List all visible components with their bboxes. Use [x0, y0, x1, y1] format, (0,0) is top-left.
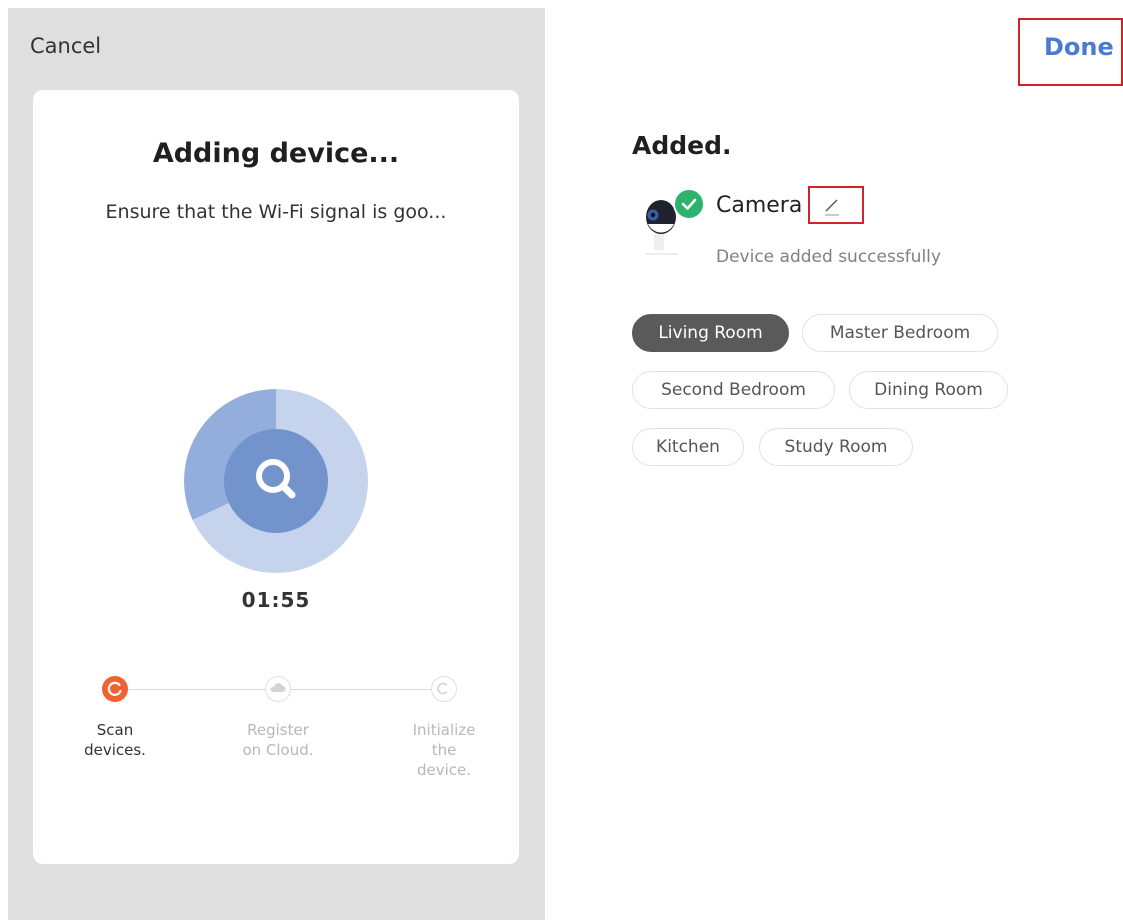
room-chip-dining-room[interactable]: Dining Room — [849, 371, 1008, 409]
step-register-label: Register on Cloud. — [242, 721, 314, 759]
pencil-icon — [820, 194, 844, 222]
page-title: Adding device... — [152, 138, 400, 169]
room-chip-study-room[interactable]: Study Room — [759, 428, 913, 466]
adding-device-screen: Cancel Adding device... Ensure that the … — [8, 8, 545, 920]
wifi-hint: Ensure that the Wi-Fi signal is goo... — [105, 201, 447, 223]
camera-icon — [640, 186, 706, 258]
added-title: Added. — [632, 131, 732, 160]
step-connector — [127, 689, 265, 690]
device-name: Camera — [716, 193, 803, 218]
step-initialize-label: Initialize the device. — [412, 721, 476, 779]
cloud-icon — [265, 676, 291, 702]
room-chip-living-room[interactable]: Living Room — [632, 314, 789, 352]
room-chip-master-bedroom[interactable]: Master Bedroom — [802, 314, 998, 352]
room-chip-second-bedroom[interactable]: Second Bedroom — [632, 371, 835, 409]
room-chip-kitchen[interactable]: Kitchen — [632, 428, 744, 466]
cancel-button[interactable]: Cancel — [30, 34, 101, 58]
search-icon — [224, 429, 328, 533]
adding-device-card: Adding device... Ensure that the Wi-Fi s… — [33, 90, 519, 864]
check-icon — [673, 188, 705, 220]
device-status: Device added successfully — [716, 247, 941, 267]
scan-radar — [184, 389, 368, 573]
countdown-timer: 01:55 — [241, 588, 311, 612]
step-connector — [291, 689, 431, 690]
scan-step-icon — [102, 676, 128, 702]
edit-name-button[interactable] — [808, 186, 864, 224]
step-scan-label: Scan devices. — [84, 721, 146, 759]
done-button[interactable]: Done — [1018, 18, 1123, 86]
initialize-icon — [431, 676, 457, 702]
